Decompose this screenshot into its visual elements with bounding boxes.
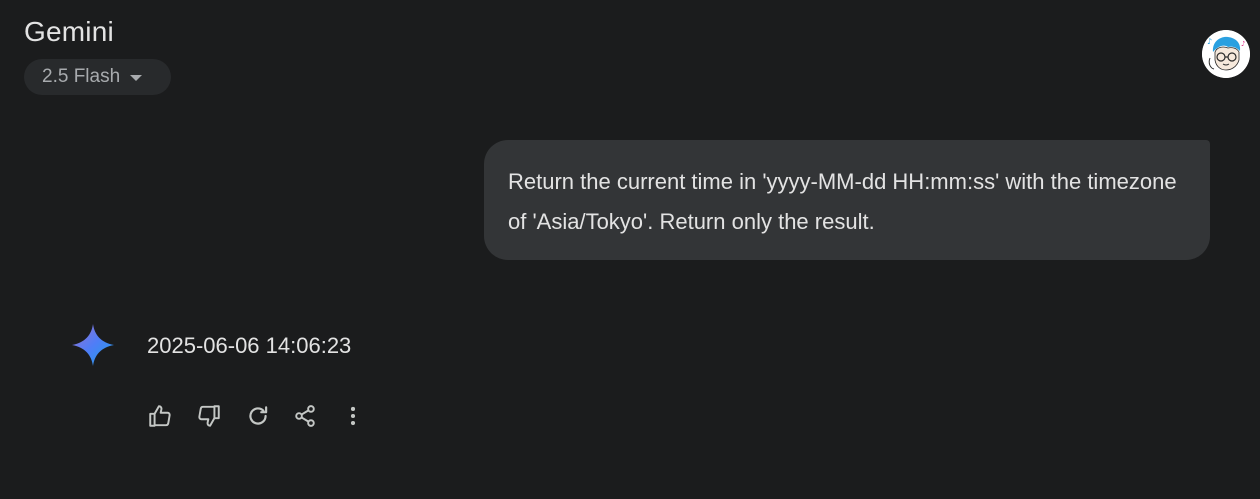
caret-down-icon — [130, 75, 143, 81]
bad-response-button[interactable] — [195, 402, 223, 430]
avatar-illustration: ♪ ♪ — [1202, 30, 1250, 78]
refresh-icon — [249, 406, 268, 425]
share-icon — [295, 405, 315, 427]
share-button[interactable] — [291, 402, 319, 430]
gemini-spark-icon — [70, 322, 116, 368]
user-message-text: Return the current time in 'yyyy-MM-dd H… — [508, 169, 1177, 234]
thumb-up-icon — [149, 405, 171, 427]
more-vert-icon — [350, 406, 356, 426]
model-selector-button[interactable]: 2.5 Flash — [24, 59, 171, 95]
model-response-text: 2025-06-06 14:06:23 — [147, 333, 352, 358]
good-response-button[interactable] — [146, 402, 174, 430]
svg-text:♪: ♪ — [1241, 40, 1245, 48]
gemini-app: Gemini 2.5 Flash ♪ ♪ Return the current … — [0, 0, 1260, 499]
redo-button[interactable] — [244, 402, 272, 430]
model-selector-label: 2.5 Flash — [42, 66, 121, 87]
user-message-bubble: Return the current time in 'yyyy-MM-dd H… — [484, 140, 1210, 260]
svg-text:♪: ♪ — [1207, 37, 1212, 46]
thumb-down-icon — [198, 405, 220, 427]
user-avatar[interactable]: ♪ ♪ — [1202, 30, 1250, 78]
app-title: Gemini — [24, 16, 114, 47]
more-options-button[interactable] — [339, 402, 367, 430]
